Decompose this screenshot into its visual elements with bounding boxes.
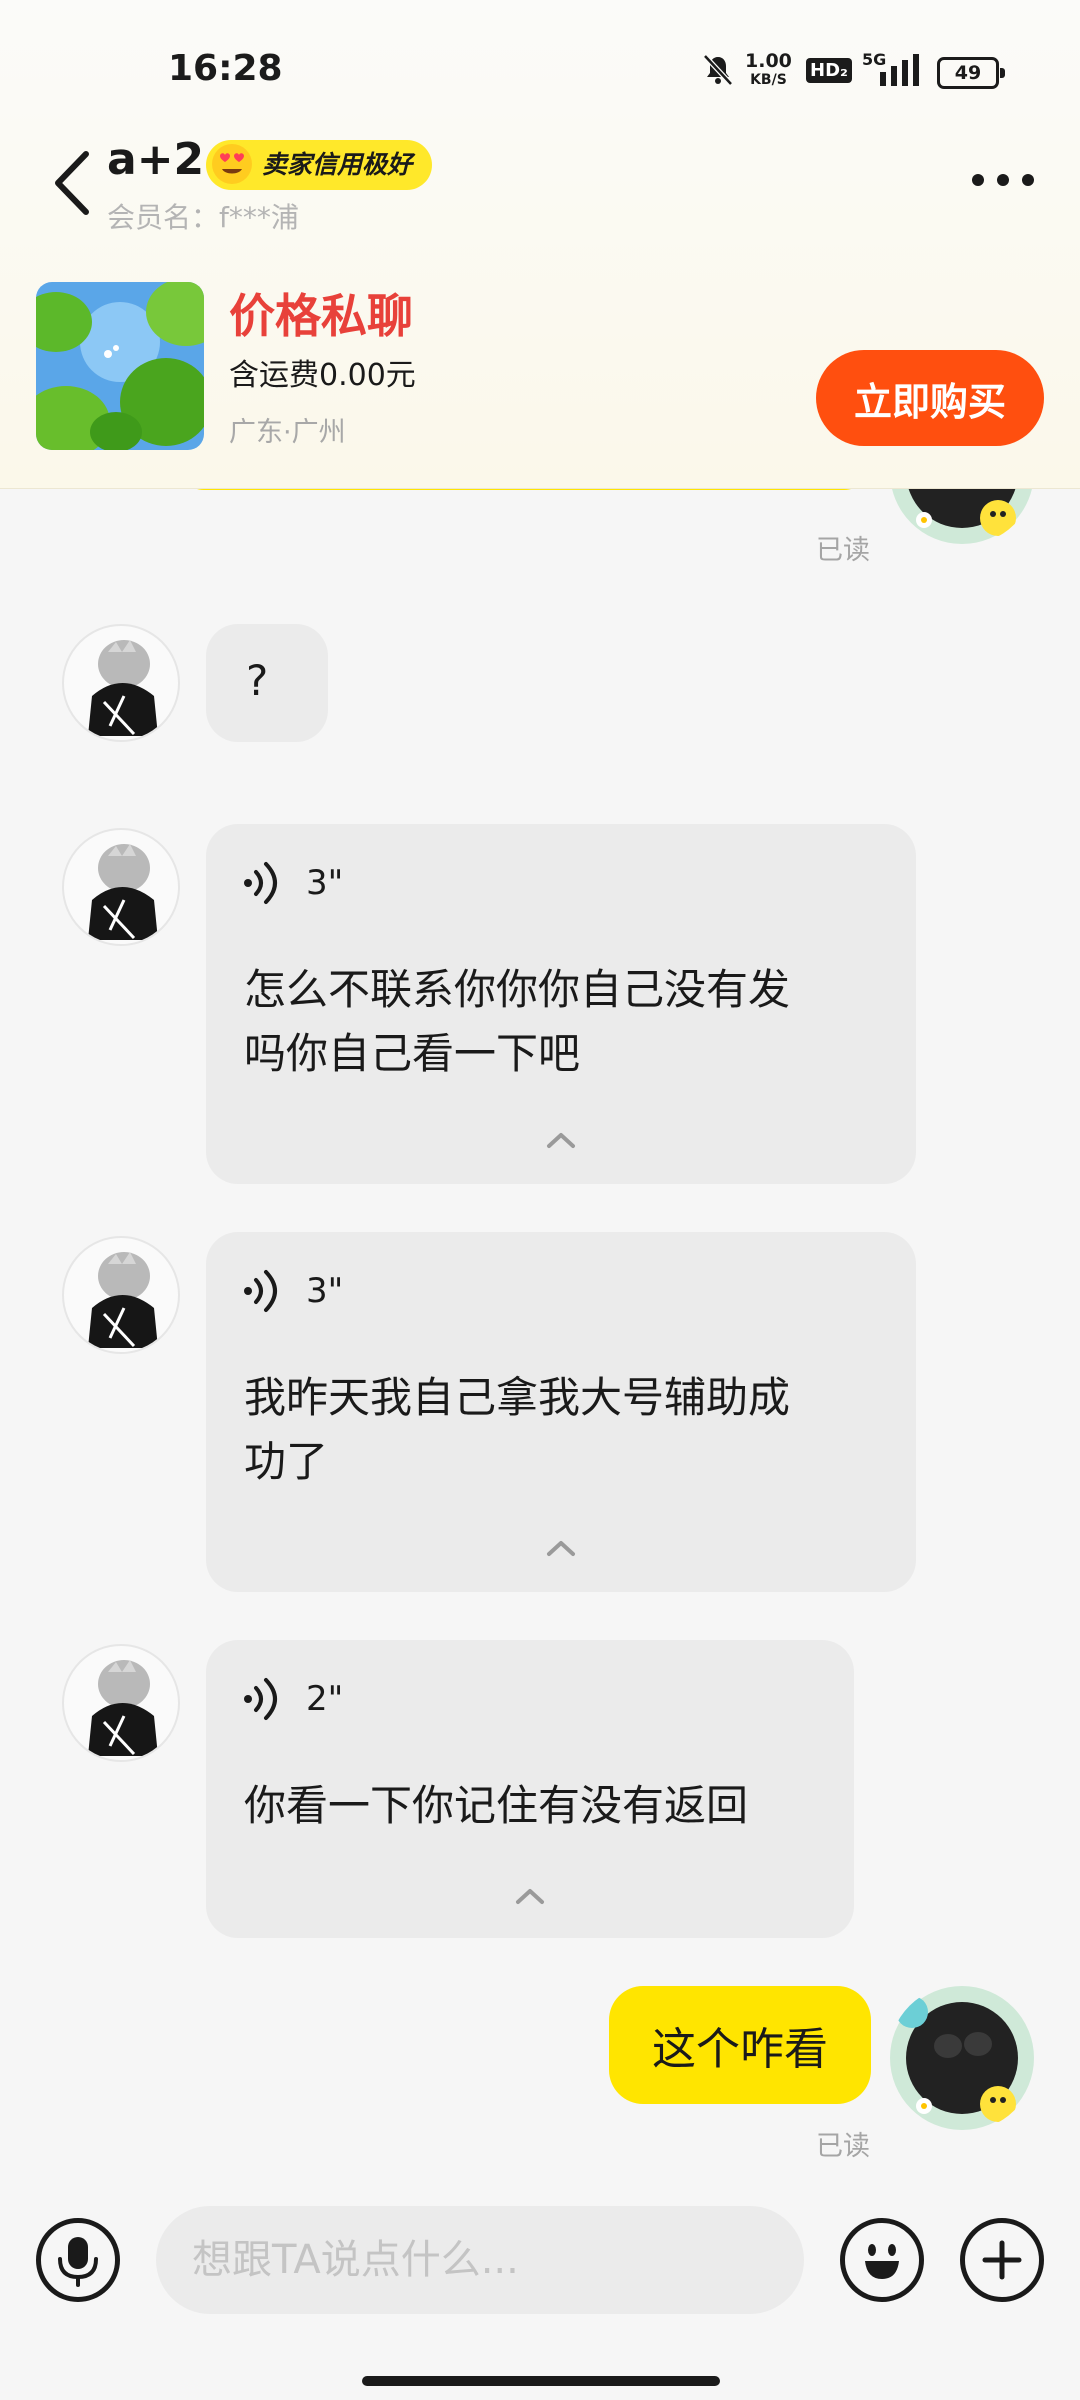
product-price: 价格私聊 — [229, 289, 413, 343]
avatar-image — [88, 640, 158, 736]
incoming-message-bubble[interactable]: ? — [206, 624, 328, 742]
plus-icon — [982, 2240, 1022, 2280]
read-receipt: 已读 — [816, 2131, 870, 2162]
buy-now-button[interactable]: 立即购买 — [816, 350, 1044, 446]
chevron-up-icon[interactable] — [545, 1538, 577, 1558]
network-speed: 1.00 KB/S — [745, 50, 792, 89]
outgoing-message-bubble[interactable]: 这个咋看 — [609, 1986, 871, 2104]
chevron-up-icon[interactable] — [545, 1130, 577, 1150]
contact-avatar[interactable] — [62, 1644, 180, 1762]
voice-play-control[interactable]: 3" — [242, 858, 343, 908]
status-bar: 16:28 1.00 KB/S HD₂ 5G 49 — [0, 0, 1080, 140]
heart-eyes-emoji-icon — [212, 144, 252, 184]
contact-avatar[interactable] — [62, 1236, 180, 1354]
avatar-image — [88, 1252, 158, 1348]
voice-transcript: 我昨天我自己拿我大号辅助成 功了 — [244, 1373, 791, 1486]
incoming-voice-message[interactable]: 3" 我昨天我自己拿我大号辅助成 功了 — [206, 1232, 916, 1592]
voice-input-button[interactable] — [36, 2218, 120, 2302]
voice-wave-icon — [244, 1678, 277, 1720]
incoming-voice-message[interactable]: 2" 你看一下你记住有没有返回 — [206, 1640, 854, 1938]
avatar-image — [88, 844, 158, 940]
member-name: 会员名：f***浦 — [107, 201, 299, 234]
avatar-image — [890, 1986, 1034, 2130]
my-avatar[interactable] — [888, 488, 1036, 546]
contact-avatar[interactable] — [62, 828, 180, 946]
seller-credit-badge: 卖家信用极好 — [206, 140, 433, 190]
back-arrow-icon[interactable] — [50, 148, 96, 218]
hd-indicator: HD₂ — [806, 58, 852, 83]
message-text: ? — [246, 656, 269, 705]
seller-credit-label: 卖家信用极好 — [262, 150, 413, 179]
voice-wave-icon — [244, 862, 277, 904]
more-options-icon[interactable] — [970, 168, 1036, 192]
chat-header: 16:28 1.00 KB/S HD₂ 5G 49 a+2 卖家信用极好 会员名… — [0, 0, 1080, 489]
emoji-button[interactable] — [840, 2218, 924, 2302]
signal-icon — [880, 54, 919, 86]
voice-wave-icon — [244, 1270, 277, 1312]
product-image — [36, 282, 204, 450]
message-list[interactable]: 已读 ? 3" 怎么不联系你你你自己没有发 吗你自己看一下吧 3" 我昨天我自己… — [0, 488, 1080, 2188]
message-composer — [0, 2188, 1080, 2400]
add-attachment-button[interactable] — [960, 2218, 1044, 2302]
microphone-icon — [58, 2237, 98, 2287]
voice-duration: 3" — [306, 1271, 344, 1311]
status-time: 16:28 — [168, 48, 283, 89]
message-text: 这个咋看 — [652, 2024, 828, 2075]
smiley-icon — [865, 2244, 899, 2279]
voice-play-control[interactable]: 3" — [242, 1266, 343, 1316]
message-input[interactable] — [156, 2206, 804, 2314]
avatar-image — [891, 488, 1033, 544]
voice-transcript: 怎么不联系你你你自己没有发 吗你自己看一下吧 — [244, 965, 791, 1078]
my-avatar[interactable] — [888, 1984, 1036, 2132]
battery-indicator: 49 — [937, 57, 1005, 89]
avatar-image — [88, 1660, 158, 1756]
home-indicator[interactable] — [362, 2376, 720, 2386]
product-thumbnail[interactable] — [36, 282, 204, 450]
contact-name: a+2 — [107, 134, 205, 185]
incoming-voice-message[interactable]: 3" 怎么不联系你你你自己没有发 吗你自己看一下吧 — [206, 824, 916, 1184]
voice-transcript: 你看一下你记住有没有返回 — [244, 1781, 749, 1830]
product-shipping: 含运费0.00元 — [229, 358, 416, 393]
read-receipt: 已读 — [816, 535, 870, 566]
voice-play-control[interactable]: 2" — [242, 1674, 343, 1724]
contact-avatar[interactable] — [62, 624, 180, 742]
voice-duration: 2" — [306, 1679, 344, 1719]
chevron-up-icon[interactable] — [514, 1886, 546, 1906]
product-location: 广东·广州 — [229, 417, 346, 448]
mute-bell-icon — [703, 54, 733, 86]
voice-duration: 3" — [306, 863, 344, 903]
